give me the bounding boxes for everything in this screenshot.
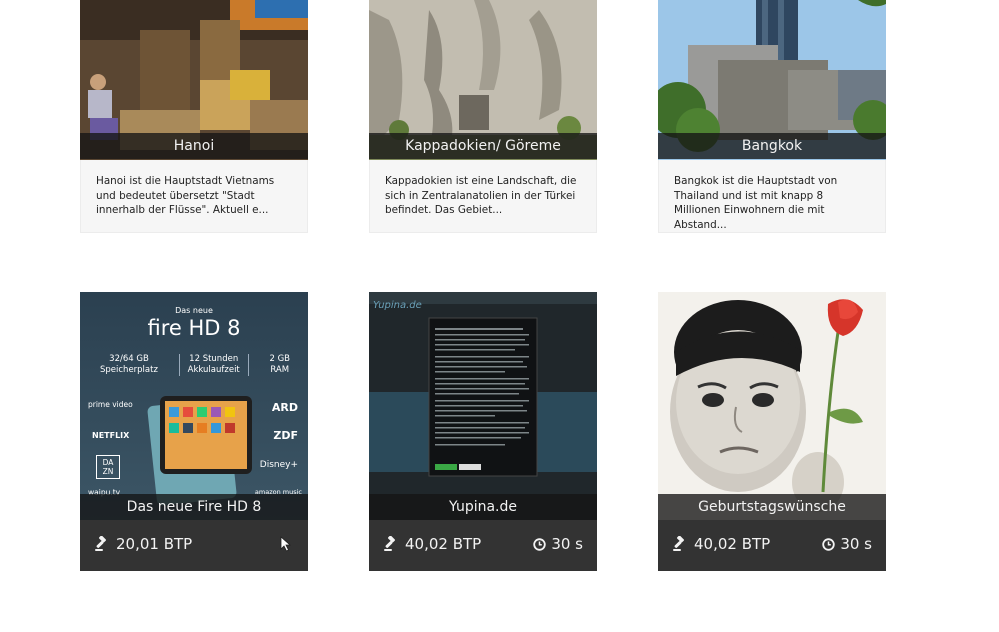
clock-icon: [533, 537, 547, 551]
logo-ard: ARD: [271, 401, 298, 414]
spec-label: RAM: [270, 365, 290, 375]
logo-zdf: ZDF: [273, 429, 298, 442]
yupina-site-logo: Yupina.de: [373, 300, 422, 311]
logo-prime-video: prime video: [88, 400, 133, 409]
logo-disney: Disney+: [259, 460, 298, 470]
spec-storage: 32/64 GB Speicherplatz: [100, 354, 158, 376]
clock-icon: [822, 537, 836, 551]
spec-battery: 12 Stunden Akkulaufzeit: [178, 354, 249, 376]
gavel-icon: [94, 536, 110, 552]
ad-action-bar: 40,02 BTP 30 s: [369, 520, 597, 571]
spec-value: 32/64 GB: [109, 354, 149, 364]
destination-description: Hanoi ist die Hauptstadt Vietnams und be…: [80, 160, 308, 233]
geburtstag-image[interactable]: [658, 292, 886, 520]
gavel-icon: [383, 536, 399, 552]
spec-label: Akkulaufzeit: [187, 365, 240, 375]
ad-action-bar: 40,02 BTP 30 s: [658, 520, 886, 571]
ad-price-value: 40,02 BTP: [405, 535, 482, 553]
banner-specs: 32/64 GB Speicherplatz 12 Stunden Akkulauf…: [100, 354, 290, 376]
cursor-icon[interactable]: [280, 536, 292, 552]
ad-timer-value: 30 s: [551, 535, 583, 553]
spec-ram: 2 GB RAM: [269, 354, 290, 376]
ad-title[interactable]: Geburtstagswünsche: [658, 494, 886, 520]
banner-product: fire HD 8: [147, 316, 241, 340]
spec-value: 12 Stunden: [189, 354, 239, 364]
logo-dazn: DA ZN: [96, 455, 120, 479]
ad-price-value: 40,02 BTP: [694, 535, 771, 553]
ad-price: 20,01 BTP: [94, 535, 192, 553]
gavel-icon: [672, 536, 688, 552]
banner-kicker: Das neue: [175, 306, 213, 315]
ad-price-value: 20,01 BTP: [116, 535, 193, 553]
logo-netflix: NETFLIX: [92, 431, 130, 440]
ad-action-bar: 20,01 BTP: [80, 520, 308, 571]
ad-timer: 30 s: [822, 535, 872, 553]
ad-price: 40,02 BTP: [383, 535, 481, 553]
spec-value: 2 GB: [269, 354, 290, 364]
destination-description: Kappadokien ist eine Landschaft, die sic…: [369, 160, 597, 233]
ad-timer-value: 30 s: [840, 535, 872, 553]
spec-label: Speicherplatz: [100, 365, 158, 375]
destination-description: Bangkok ist die Hauptstadt von Thailand …: [658, 160, 886, 233]
ad-title[interactable]: Yupina.de: [369, 494, 597, 520]
destination-title[interactable]: Kappadokien/ Göreme: [369, 133, 597, 159]
ad-timer: 30 s: [533, 535, 583, 553]
yupina-screenshot[interactable]: Yupina.de: [369, 292, 597, 520]
ad-title[interactable]: Das neue Fire HD 8: [80, 494, 308, 520]
fire-hd8-banner[interactable]: Das neue fire HD 8 32/64 GB Speicherplatz…: [80, 292, 308, 520]
destination-title[interactable]: Hanoi: [80, 133, 308, 159]
destination-title[interactable]: Bangkok: [658, 133, 886, 159]
ad-price: 40,02 BTP: [672, 535, 770, 553]
